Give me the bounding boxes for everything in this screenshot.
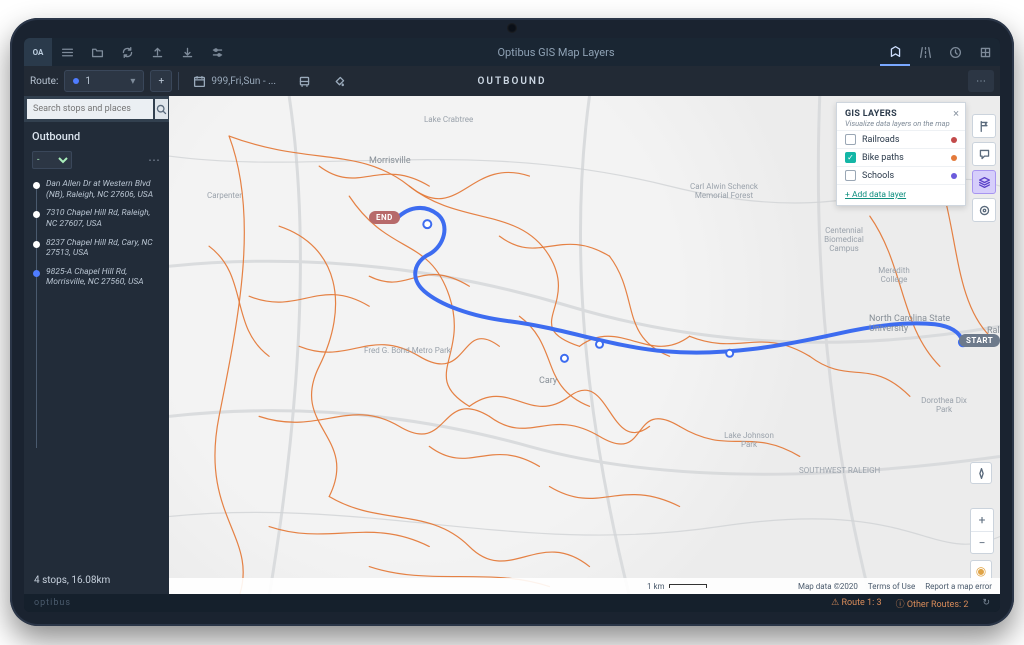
variant-row: - ⋯ — [32, 151, 161, 169]
settings-sliders-icon[interactable] — [202, 38, 232, 66]
stop-item[interactable]: 7310 Chapel Hill Rd, Raleigh, NC 27607, … — [32, 208, 161, 229]
route-start-badge: START — [959, 334, 1000, 347]
panel-more-button[interactable]: ⋯ — [148, 153, 161, 167]
flag-tool-button[interactable] — [972, 114, 996, 138]
zoom-out-button[interactable]: − — [971, 531, 993, 553]
variant-select[interactable]: - — [32, 151, 72, 169]
stops-summary: 4 stops, 16.08km — [34, 575, 110, 586]
direction-heading: OUTBOUND — [477, 76, 546, 87]
map-terms-link[interactable]: Terms of Use — [868, 582, 915, 591]
vehicle-filter-button[interactable] — [290, 70, 319, 92]
close-icon[interactable]: × — [953, 107, 959, 120]
view-grid-icon[interactable] — [970, 38, 1000, 66]
gis-subtitle: Visualize data layers on the map — [845, 119, 957, 128]
gis-layer-label: Bike paths — [862, 153, 904, 163]
map-attribution-bar: 1 km Map data ©2020 Terms of Use Report … — [169, 578, 1000, 594]
search-icon — [155, 103, 168, 116]
hamburger-icon[interactable] — [52, 38, 82, 66]
checkbox[interactable]: ✓ — [845, 152, 856, 163]
app-logo: OA — [24, 38, 52, 66]
gis-layer-swatch — [951, 173, 957, 179]
stop-item[interactable]: 8237 Chapel Hill Rd, Cary, NC 27513, USA — [32, 238, 161, 259]
panel-title: Outbound — [32, 130, 161, 143]
route-stop-marker — [596, 341, 603, 348]
map-report-link[interactable]: Report a map error — [925, 582, 992, 591]
gis-layer-swatch — [951, 155, 957, 161]
import-icon[interactable] — [172, 38, 202, 66]
zoom-control: + − — [970, 508, 994, 554]
export-icon[interactable] — [142, 38, 172, 66]
paint-bucket-icon — [333, 75, 346, 88]
status-refresh-button[interactable]: ↻ — [982, 598, 990, 608]
stops-list: Dan Allen Dr at Western Blvd (NB), Ralei… — [32, 179, 161, 288]
route-value: 1 — [85, 76, 91, 87]
divider — [178, 72, 179, 90]
stop-item[interactable]: 9825-A Chapel Hill Rd, Morrisville, NC 2… — [32, 267, 161, 288]
tablet-frame: OA Optibus GIS Map Layers Route: 1 ▾ — [10, 18, 1014, 626]
gis-layer-row[interactable]: Schools — [837, 166, 965, 184]
gis-layer-label: Railroads — [862, 135, 900, 145]
app-screen: OA Optibus GIS Map Layers Route: 1 ▾ — [24, 38, 1000, 612]
map-scale: 1 km — [647, 582, 707, 591]
route-dropdown[interactable]: 1 ▾ — [64, 70, 144, 92]
gis-layers-panel: GIS LAYERS × Visualize data layers on th… — [836, 102, 966, 206]
schedule-label: 999,Fri,Sun - ... — [211, 76, 276, 87]
route-stop-marker — [423, 220, 431, 228]
menu-bar: OA Optibus GIS Map Layers — [24, 38, 1000, 66]
checkbox[interactable] — [845, 170, 856, 181]
map-tool-strip — [972, 114, 996, 222]
gis-title: GIS LAYERS — [845, 109, 897, 119]
zoom-in-button[interactable]: + — [971, 509, 993, 531]
layers-tool-button[interactable] — [972, 170, 996, 194]
search-button[interactable] — [155, 99, 168, 119]
search-input[interactable] — [27, 99, 153, 119]
add-route-button[interactable]: + — [150, 70, 172, 92]
route-toolbar: Route: 1 ▾ + 999,Fri,Sun - ... OUTBOUND … — [24, 66, 1000, 96]
app-title: Optibus GIS Map Layers — [232, 46, 880, 59]
stop-item[interactable]: Dan Allen Dr at Western Blvd (NB), Ralei… — [32, 179, 161, 200]
compass-button[interactable] — [970, 462, 992, 484]
status-other-count: ⓘ Other Routes: 2 — [896, 597, 969, 610]
route-end-badge: END — [369, 211, 400, 224]
gis-layer-row[interactable]: Railroads — [837, 130, 965, 148]
calendar-icon — [193, 75, 206, 88]
paint-tool-button[interactable] — [325, 70, 354, 92]
left-column: Outbound - ⋯ Dan Allen Dr at Western Blv… — [24, 96, 169, 594]
target-tool-button[interactable] — [972, 198, 996, 222]
device-camera — [507, 23, 517, 33]
map-canvas[interactable]: END START Morrisville Carpenter Cary Lak… — [169, 96, 1000, 594]
view-history-icon[interactable] — [940, 38, 970, 66]
route-label: Route: — [30, 76, 58, 87]
stops-panel: Outbound - ⋯ Dan Allen Dr at Western Blv… — [24, 122, 169, 594]
schedule-chip[interactable]: 999,Fri,Sun - ... — [185, 70, 284, 92]
chevron-down-icon: ▾ — [130, 76, 135, 87]
more-menu-button[interactable]: ⋯ — [968, 70, 994, 92]
gis-layer-row[interactable]: ✓ Bike paths — [837, 148, 965, 166]
gis-layer-label: Schools — [862, 171, 894, 181]
checkbox[interactable] — [845, 134, 856, 145]
comments-tool-button[interactable] — [972, 142, 996, 166]
gis-layer-swatch — [951, 137, 957, 143]
search-bar — [24, 96, 169, 122]
folder-open-icon[interactable] — [82, 38, 112, 66]
add-layer-link[interactable]: + Add data layer — [837, 184, 965, 205]
refresh-icon[interactable] — [112, 38, 142, 66]
route-stop-marker — [726, 350, 733, 357]
status-bar: optibus ⚠ Route 1: 3 ⓘ Other Routes: 2 ↻ — [24, 594, 1000, 612]
view-map-icon[interactable] — [880, 38, 910, 66]
view-lanes-icon[interactable] — [910, 38, 940, 66]
brand-label: optibus — [34, 598, 71, 608]
workspace: Outbound - ⋯ Dan Allen Dr at Western Blv… — [24, 96, 1000, 594]
status-route-count: ⚠ Route 1: 3 — [831, 598, 881, 608]
route-color-dot — [73, 78, 79, 84]
map-copyright: Map data ©2020 — [798, 582, 858, 591]
bus-icon — [298, 75, 311, 88]
route-stop-marker — [561, 355, 568, 362]
